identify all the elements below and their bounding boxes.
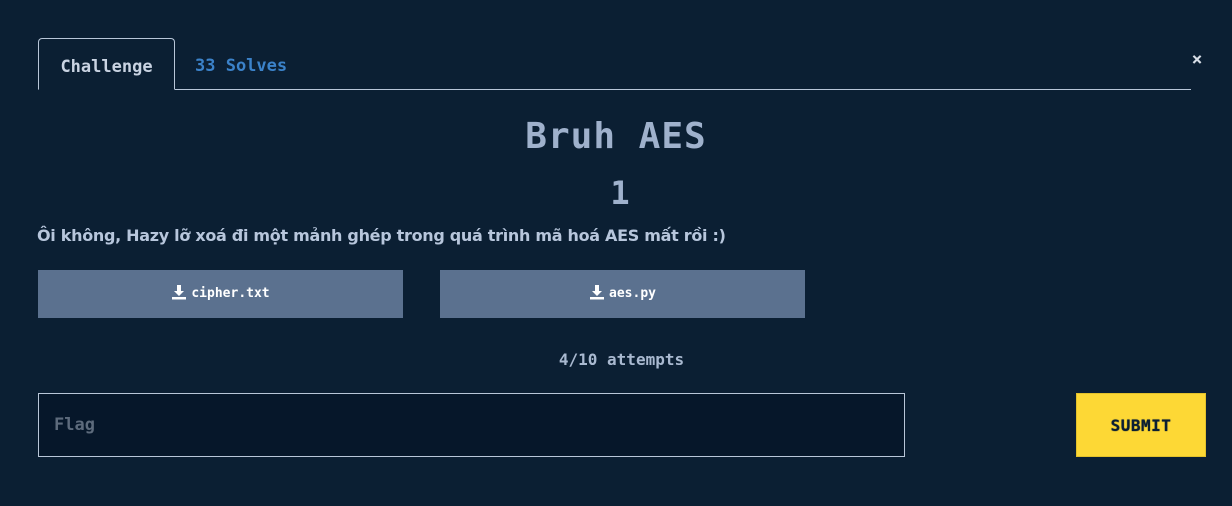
download-file-button[interactable]: aes.py bbox=[440, 270, 805, 318]
file-name: cipher.txt bbox=[191, 286, 270, 301]
tab-solves[interactable]: 33 Solves bbox=[195, 38, 287, 89]
tab-bar: Challenge 33 Solves bbox=[38, 38, 1191, 90]
file-name: aes.py bbox=[609, 286, 656, 301]
tab-challenge[interactable]: Challenge bbox=[38, 38, 175, 90]
challenge-modal: Challenge 33 Solves × Bruh AES 1 Ôi khôn… bbox=[0, 0, 1232, 506]
attempts-counter: 4/10 attempts bbox=[558, 350, 685, 369]
close-icon[interactable]: × bbox=[1187, 50, 1207, 70]
download-icon bbox=[172, 285, 187, 300]
challenge-points: 1 bbox=[610, 174, 630, 212]
download-icon bbox=[590, 285, 605, 300]
challenge-description: Ôi không, Hazy lỡ xoá đi một mảnh ghép t… bbox=[37, 226, 726, 245]
challenge-title: Bruh AES bbox=[525, 116, 707, 157]
download-file-button[interactable]: cipher.txt bbox=[38, 270, 403, 318]
flag-input[interactable] bbox=[38, 393, 905, 457]
submit-button[interactable]: SUBMIT bbox=[1076, 393, 1206, 457]
